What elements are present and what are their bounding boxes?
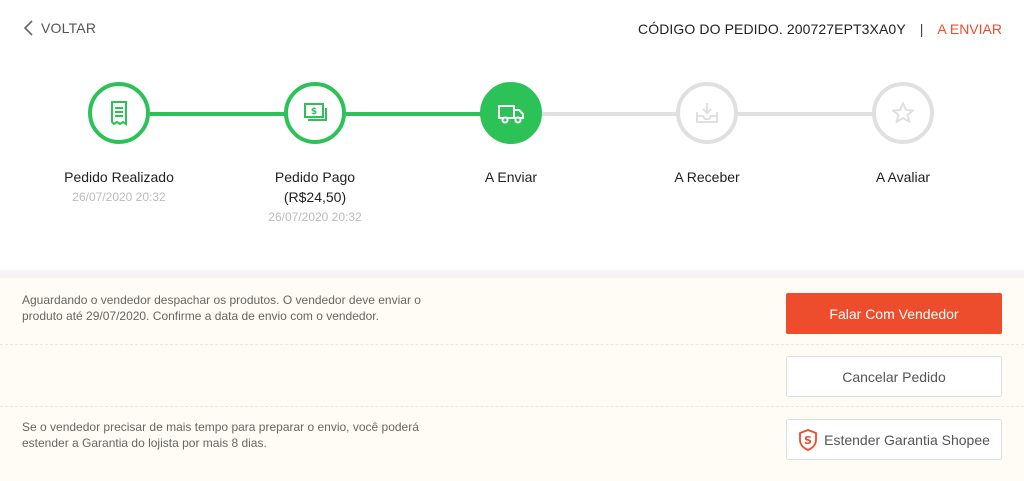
step-title: Pedido Pago [274, 169, 356, 185]
chat-seller-button[interactable]: Falar Com Vendedor [786, 293, 1002, 334]
notice-line: produto até 29/07/2020. Confirme a data … [22, 309, 379, 323]
guarantee-line: estender a Garantia do lojista por mais … [22, 436, 267, 450]
step-connector-1 [150, 112, 290, 116]
order-status: A ENVIAR [937, 21, 1002, 37]
step-connector-3 [542, 112, 682, 116]
order-code: CÓDIGO DO PEDIDO. 200727EPT3XA0Y [638, 21, 906, 37]
chevron-left-icon [23, 20, 33, 36]
step-circle-a-enviar [480, 82, 542, 144]
guarantee-line: Se o vendedor precisar de mais tempo par… [22, 420, 419, 434]
step-connector-2 [346, 112, 486, 116]
cancel-order-button[interactable]: Cancelar Pedido [786, 356, 1002, 397]
shopee-shield-icon: S [799, 428, 818, 451]
guarantee-row: Se o vendedor precisar de mais tempo par… [0, 407, 1024, 481]
extend-guarantee-label: Estender Garantia Shopee [824, 431, 990, 448]
receipt-icon [111, 101, 127, 126]
step-connector-4 [738, 112, 878, 116]
shipping-notice-row: Aguardando o vendedor despachar os produ… [0, 278, 1024, 345]
shipping-notice-text: Aguardando o vendedor despachar os produ… [22, 292, 452, 324]
step-label-pedido-realizado: Pedido Realizado 26/07/2020 20:32 [19, 167, 219, 207]
header-divider: | [919, 21, 924, 37]
svg-text:$: $ [311, 107, 317, 117]
step-title: Pedido Realizado [64, 169, 174, 185]
step-circle-a-receber [676, 82, 738, 144]
step-date: 26/07/2020 20:32 [268, 210, 362, 224]
guarantee-text: Se o vendedor precisar de mais tempo par… [22, 419, 452, 451]
truck-icon [498, 105, 524, 124]
step-label-pedido-pago: Pedido Pago (R$24,50) 26/07/2020 20:32 [215, 167, 415, 227]
step-circle-pedido-realizado [88, 82, 150, 144]
order-info: CÓDIGO DO PEDIDO. 200727EPT3XA0Y | A ENV… [638, 21, 1002, 37]
extend-guarantee-button[interactable]: S Estender Garantia Shopee [786, 419, 1002, 460]
step-circle-pedido-pago: $ [284, 82, 346, 144]
step-title: A Avaliar [875, 169, 931, 185]
back-button[interactable]: VOLTAR [22, 19, 96, 37]
step-date: 26/07/2020 20:32 [72, 190, 166, 204]
step-amount: (R$24,50) [283, 189, 347, 205]
notice-line: Aguardando o vendedor despachar os produ… [22, 293, 421, 307]
step-title: A Receber [674, 169, 740, 185]
actions-panel: Aguardando o vendedor despachar os produ… [0, 278, 1024, 481]
step-label-a-enviar: A Enviar [411, 167, 611, 187]
star-icon [892, 102, 914, 123]
order-status-card: VOLTAR CÓDIGO DO PEDIDO. 200727EPT3XA0Y … [0, 0, 1024, 270]
top-bar: VOLTAR CÓDIGO DO PEDIDO. 200727EPT3XA0Y … [0, 0, 1024, 58]
cancel-row: Cancelar Pedido [0, 345, 1024, 407]
money-icon: $ [304, 103, 327, 121]
step-circle-a-avaliar [872, 82, 934, 144]
back-label: VOLTAR [41, 20, 97, 36]
svg-text:S: S [804, 434, 812, 447]
step-label-a-receber: A Receber [607, 167, 807, 187]
inbox-download-icon [696, 103, 718, 123]
step-label-a-avaliar: A Avaliar [803, 167, 1003, 187]
step-title: A Enviar [484, 169, 538, 185]
